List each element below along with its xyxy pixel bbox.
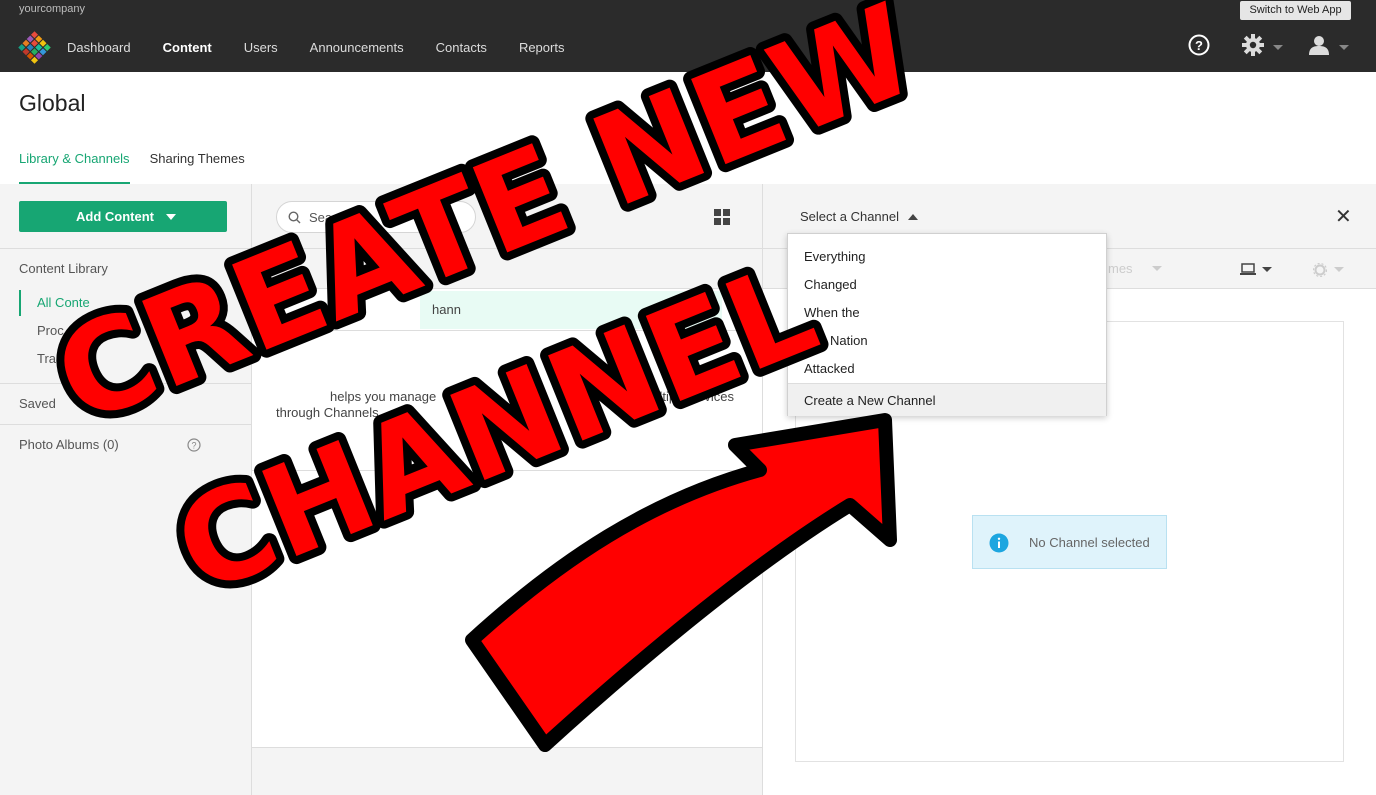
search-input[interactable]: Search [276, 201, 476, 233]
channel-option-everything[interactable]: Everything [804, 249, 865, 264]
create-new-channel-option[interactable]: Create a New Channel [788, 383, 1106, 416]
top-navbar: yourcompany Switch to Web App Dashboard … [0, 0, 1376, 72]
nav-announcements[interactable]: Announcements [310, 38, 404, 58]
add-content-button[interactable]: Add Content [19, 201, 227, 232]
channel-dropdown-menu: Everything Changed When the Fire Nation … [787, 233, 1107, 416]
nav-contacts[interactable]: Contacts [436, 38, 487, 58]
channel-option-changed[interactable]: Changed [804, 277, 857, 292]
laptop-icon[interactable] [1240, 263, 1256, 276]
channel-option-when-the[interactable]: When the [804, 305, 860, 320]
sidebar-item-proc[interactable]: Proc [37, 323, 64, 338]
no-channel-text: No Channel selected [1029, 535, 1150, 550]
content-library-heading: Content Library [19, 261, 108, 276]
channel-banner: hann [420, 291, 722, 329]
description-text: helps you manage [330, 389, 437, 404]
chevron-down-icon [1152, 266, 1162, 271]
gear-icon[interactable] [1313, 263, 1327, 277]
chevron-down-icon [1334, 267, 1344, 272]
description-text-line2: through Channels [276, 405, 379, 420]
divider [0, 424, 251, 425]
app-logo-icon[interactable] [18, 31, 51, 64]
nav-content[interactable]: Content [163, 38, 212, 58]
divider [0, 248, 251, 249]
grid-view-icon[interactable] [713, 208, 731, 226]
sidebar-item-tra[interactable]: Tra [37, 351, 56, 366]
create-new-channel-label: Create a New Channel [804, 393, 936, 408]
info-icon [989, 533, 1009, 553]
channel-banner-text: hann [432, 302, 461, 317]
sidebar-item-all-content[interactable]: All Conte [37, 295, 90, 310]
nav-users[interactable]: Users [244, 38, 278, 58]
divider [252, 330, 762, 331]
tab-bar: Library & Channels Sharing Themes [19, 150, 265, 184]
channel-option-attacked[interactable]: Attacked [804, 361, 855, 376]
sidebar-item-photo-albums[interactable]: Photo Albums (0) [19, 437, 119, 452]
channel-option-fire-nation[interactable]: Fire Nation [804, 333, 868, 348]
user-icon[interactable] [1307, 33, 1331, 57]
nav-reports[interactable]: Reports [519, 38, 565, 58]
search-placeholder: Search [309, 210, 351, 225]
search-icon [288, 211, 301, 224]
nav-dashboard[interactable]: Dashboard [67, 38, 131, 58]
gear-icon[interactable] [1241, 33, 1265, 57]
no-channel-alert: No Channel selected [972, 515, 1167, 569]
page-title: Global [19, 90, 86, 116]
help-icon[interactable]: ? [1187, 33, 1211, 57]
description-text-cont: to multiple devices [627, 389, 734, 404]
chevron-down-icon [1273, 45, 1283, 50]
main-nav: Dashboard Content Users Announcements Co… [67, 38, 596, 58]
close-icon[interactable]: ✕ [1335, 207, 1352, 227]
chevron-up-icon [907, 214, 918, 220]
themes-selector[interactable]: mes [1108, 261, 1133, 276]
add-content-label: Add Content [76, 209, 154, 224]
divider [252, 747, 762, 748]
active-indicator [19, 290, 21, 316]
divider [252, 470, 762, 471]
chevron-down-icon [1262, 267, 1272, 272]
content-list [252, 289, 762, 747]
help-icon[interactable]: ? [187, 438, 201, 452]
company-name: yourcompany [19, 3, 86, 15]
content-filter-bar [252, 249, 762, 289]
chevron-down-icon [1339, 45, 1349, 50]
divider [0, 383, 251, 384]
content-footer [252, 747, 762, 795]
sidebar-item-saved[interactable]: Saved [19, 396, 56, 411]
svg-text:?: ? [191, 441, 196, 451]
chevron-down-icon [166, 214, 176, 220]
select-channel-label: Select a Channel [800, 209, 900, 224]
svg-text:?: ? [1195, 38, 1203, 53]
select-channel-dropdown[interactable]: Select a Channel [800, 209, 918, 224]
tab-sharing-themes[interactable]: Sharing Themes [150, 150, 245, 184]
tab-library-channels[interactable]: Library & Channels [19, 150, 130, 184]
switch-to-web-app-button[interactable]: Switch to Web App [1240, 1, 1351, 20]
chevron-down-icon[interactable] [438, 266, 448, 271]
